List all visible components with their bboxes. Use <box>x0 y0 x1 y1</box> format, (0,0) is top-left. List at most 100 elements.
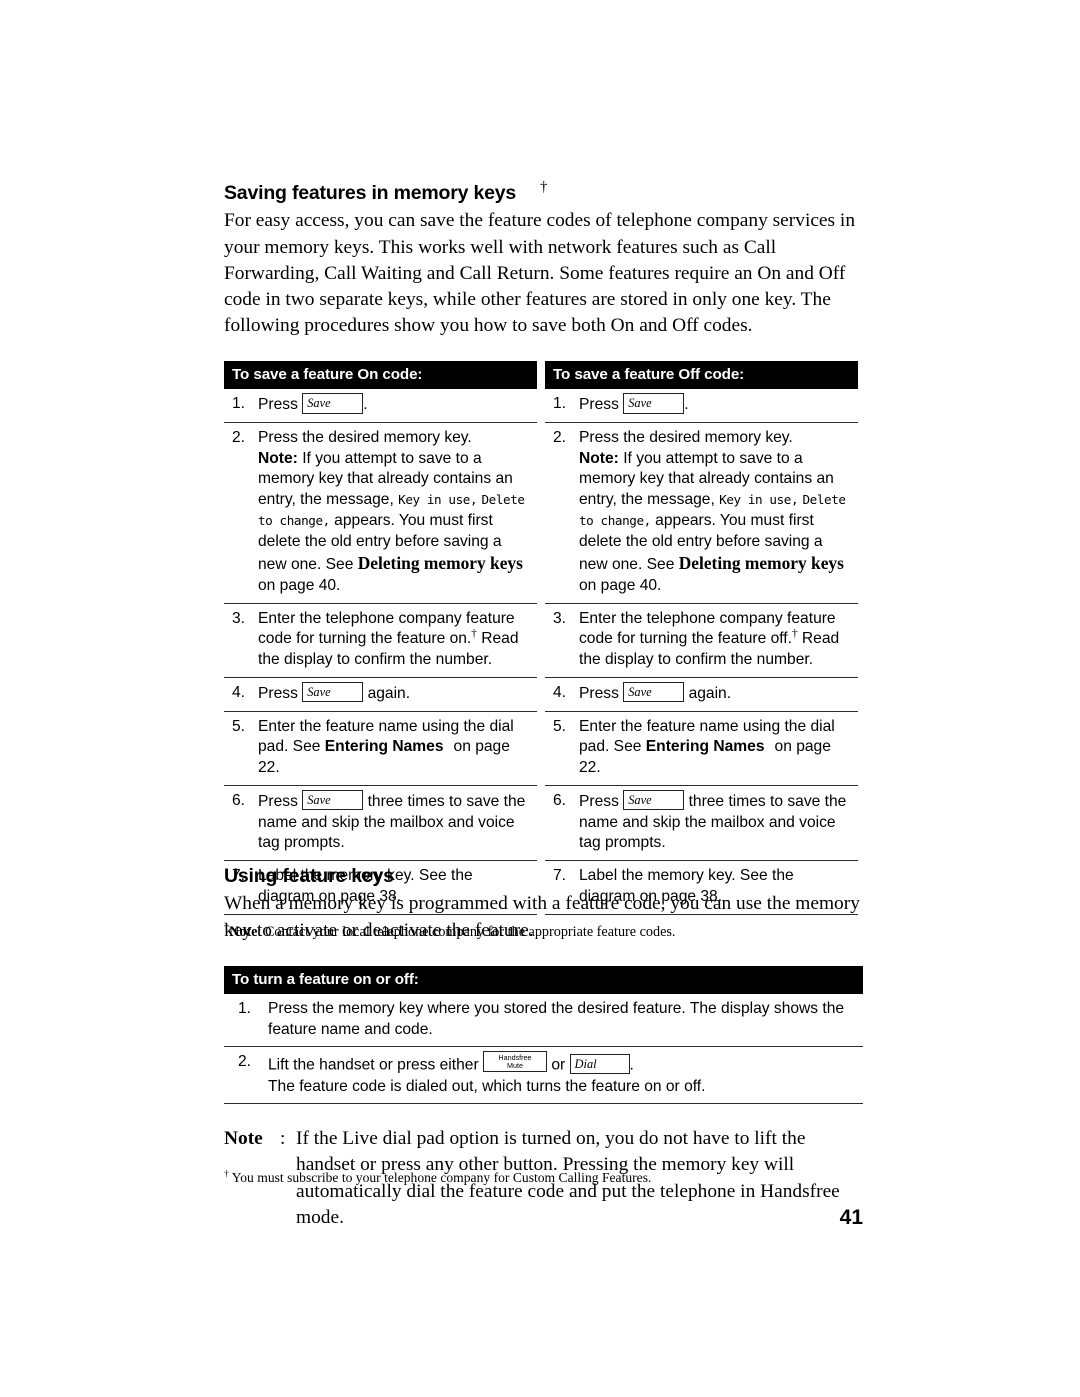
handsfree-key-label-line2: Mute <box>506 1060 523 1070</box>
table-row: 5. Enter the feature name using the dial… <box>545 712 858 786</box>
step-text: Press Save again. <box>579 681 858 705</box>
press-label: Press <box>258 684 298 702</box>
step-text: Press the memory key where you stored th… <box>268 999 845 1038</box>
press-label: Press <box>579 684 619 702</box>
table-row: 1. Press Save. <box>545 389 858 423</box>
step-number: 1. <box>232 395 246 413</box>
table-header-turn-on-or-off: To turn a feature on or off: <box>224 965 863 994</box>
step-text-before: Lift the handset or press either <box>268 1056 479 1074</box>
save-key-button[interactable]: Save <box>623 789 685 811</box>
step-text: Press Save. <box>579 393 858 416</box>
table-header-off-code: To save a feature Off code: <box>545 360 858 390</box>
footnote-dagger-marker: † <box>791 628 798 641</box>
cross-reference-deleting-memory-keys[interactable]: Deleting memory keys <box>358 553 523 573</box>
trailing-text: three times to save the name and skip th… <box>258 792 526 852</box>
table-save-feature-on-code: To save a feature On code: 1. Press Save… <box>224 360 537 915</box>
step-text: Press Save. <box>258 393 537 416</box>
table-row: 1. Press Save. <box>224 389 537 423</box>
step-text: Press Save three times to save the name … <box>579 789 858 854</box>
save-key-button[interactable]: Save <box>623 393 685 414</box>
heading-row-saving-features: Saving features in memory keys † <box>224 179 863 204</box>
step-number: 3. <box>232 609 246 627</box>
step-number: 6. <box>232 791 246 809</box>
intro-paragraph-using-feature-keys: When a memory key is programmed with a f… <box>224 893 860 941</box>
display-message-line-1: Key in use, <box>719 492 799 508</box>
table-turn-feature-on-or-off: To turn a feature on or off: 1. Press th… <box>224 965 863 1105</box>
dial-key-button[interactable]: Dial <box>569 1053 630 1075</box>
press-label: Press <box>579 396 619 414</box>
table-row: 2. Press the desired memory key. Note: I… <box>545 423 858 604</box>
trailing-punctuation: . <box>684 396 689 414</box>
table-row: 4. Press Save again. <box>545 678 858 712</box>
press-label: Press <box>579 792 619 810</box>
step-text: Enter the feature name using the dial pa… <box>579 717 858 779</box>
step-line-1: Press the desired memory key. <box>579 428 793 446</box>
document-page: Saving features in memory keys † For eas… <box>224 0 863 1397</box>
page-number: 41 <box>839 1206 863 1229</box>
step-number: 1. <box>238 999 252 1017</box>
step-number: 5. <box>232 717 246 735</box>
table-save-feature-off-code: To save a feature Off code: 1. Press Sav… <box>545 360 858 915</box>
trailing-text: again. <box>367 684 411 702</box>
note-label: Note: <box>579 449 619 467</box>
step-number: 6. <box>553 791 567 809</box>
procedure-tables-container: To save a feature On code: 1. Press Save… <box>224 360 863 915</box>
note-part-3: on page 40. <box>579 576 662 594</box>
note-label: Note: <box>258 449 298 467</box>
table-row: 6. Press Save three times to save the na… <box>224 786 537 862</box>
display-message-line-1: Key in use, <box>398 492 478 508</box>
save-key-button[interactable]: Save <box>302 393 364 414</box>
page-title-saving-features: Saving features in memory keys <box>224 182 517 204</box>
step-number: 4. <box>232 683 246 701</box>
handsfree-mute-key-button[interactable]: Handsfree Mute <box>482 1051 547 1073</box>
trailing-punctuation: . <box>629 1056 634 1074</box>
step-text: Enter the feature name using the dial pa… <box>258 717 537 779</box>
press-label: Press <box>258 396 298 414</box>
cross-reference-entering-names[interactable]: Entering Names <box>325 738 444 755</box>
save-key-button[interactable]: Save <box>302 789 364 811</box>
step-text: Press Save again. <box>258 681 537 705</box>
table-row: 6. Press Save three times to save the na… <box>545 786 858 862</box>
step-text: Press the desired memory key. Note: If y… <box>579 428 858 597</box>
or-conjunction: or <box>551 1056 566 1074</box>
step-number: 3. <box>553 609 567 627</box>
step-number: 4. <box>553 683 567 701</box>
step-text: Enter the telephone company feature code… <box>579 609 858 671</box>
intro-paragraph-saving-features: For easy access, you can save the featur… <box>224 210 856 336</box>
step-text: Enter the telephone company feature code… <box>258 609 537 671</box>
step-number: 1. <box>553 395 567 413</box>
save-key-button[interactable]: Save <box>302 681 364 703</box>
page-footnote: † You must subscribe to your telephone c… <box>224 1168 863 1186</box>
save-key-button[interactable]: Save <box>623 681 685 703</box>
step-number: 2. <box>553 428 567 446</box>
table-row: 3. Enter the telephone company feature c… <box>545 604 858 678</box>
table-row: 2. Press the desired memory key. Note: I… <box>224 423 537 604</box>
cross-reference-deleting-memory-keys[interactable]: Deleting memory keys <box>679 553 844 573</box>
table-row: 1. Press the memory key where you stored… <box>224 994 863 1048</box>
heading-dagger-symbol: † <box>540 179 548 195</box>
table-row: 2. Lift the handset or press either Hand… <box>224 1047 863 1105</box>
section-saving-features: Saving features in memory keys † For eas… <box>224 179 863 941</box>
step-number: 2. <box>232 428 246 446</box>
step-number: 2. <box>238 1053 252 1071</box>
page-footnote-text: You must subscribe to your telephone com… <box>231 1170 652 1185</box>
step-text: Press Save three times to save the name … <box>258 789 537 854</box>
trailing-punctuation: . <box>363 396 368 414</box>
table-header-on-code: To save a feature On code: <box>224 360 537 390</box>
table-row: 4. Press Save again. <box>224 678 537 712</box>
footnote-dagger-marker: † <box>471 628 477 641</box>
table-row: 3. Enter the telephone company feature c… <box>224 604 537 678</box>
cross-reference-entering-names[interactable]: Entering Names <box>646 738 765 755</box>
note-part-3: on page 40. <box>258 576 341 594</box>
step-line-2: The feature code is dialed out, which tu… <box>268 1077 706 1095</box>
page-title-using-feature-keys: Using feature keys <box>224 865 394 887</box>
footnote-dagger-marker: † <box>224 1168 229 1180</box>
procedure-table-container-onoff: To turn a feature on or off: 1. Press th… <box>224 965 863 1105</box>
step-number: 5. <box>553 717 567 735</box>
step-text: Press the desired memory key. Note: If y… <box>258 428 537 597</box>
trailing-text: three times to save the name and skip th… <box>579 792 847 852</box>
step-text: Lift the handset or press either Handsfr… <box>268 1051 863 1097</box>
press-label: Press <box>258 792 298 810</box>
step-line-1: Press the desired memory key. <box>258 428 472 446</box>
trailing-text: again. <box>688 684 732 702</box>
